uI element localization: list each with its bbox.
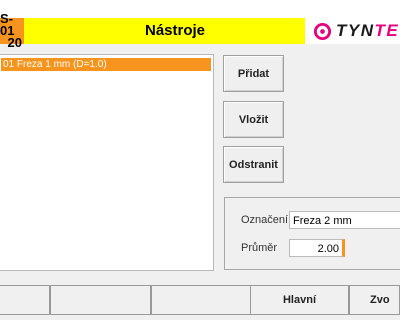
function-button-2[interactable] bbox=[50, 285, 151, 315]
main-button[interactable]: Hlavní bbox=[250, 285, 349, 315]
brand-name: TYNTE bbox=[336, 21, 400, 40]
name-field[interactable]: Freza 2 mm bbox=[289, 211, 400, 229]
tool-list[interactable]: 01 Freza 1 mm (D=1.0) bbox=[0, 54, 214, 271]
tool-details-panel bbox=[224, 197, 400, 270]
remove-button[interactable]: Odstranit bbox=[223, 146, 284, 183]
diameter-field[interactable]: 2.00 bbox=[289, 239, 345, 257]
name-label: Označení bbox=[241, 214, 289, 226]
insert-button[interactable]: Vložit bbox=[223, 101, 284, 138]
diameter-label: Průměr bbox=[241, 242, 278, 254]
brand-ring-icon bbox=[313, 22, 332, 40]
add-button[interactable]: Přidat bbox=[223, 55, 284, 92]
function-button-1[interactable] bbox=[0, 285, 50, 315]
select-button[interactable]: Zvo bbox=[349, 285, 400, 315]
list-item[interactable]: 01 Freza 1 mm (D=1.0) bbox=[1, 58, 211, 71]
header-bar: S-01 20 Nástroje TYNTE bbox=[0, 0, 400, 49]
program-code-badge: S-01 20 bbox=[0, 12, 24, 49]
program-code-line2: 20 bbox=[7, 35, 22, 50]
function-button-3[interactable] bbox=[151, 285, 251, 315]
page-title: Nástroje bbox=[144, 22, 206, 39]
program-code-line1: S-01 bbox=[0, 11, 15, 38]
brand-logo: TYNTE bbox=[313, 20, 399, 42]
